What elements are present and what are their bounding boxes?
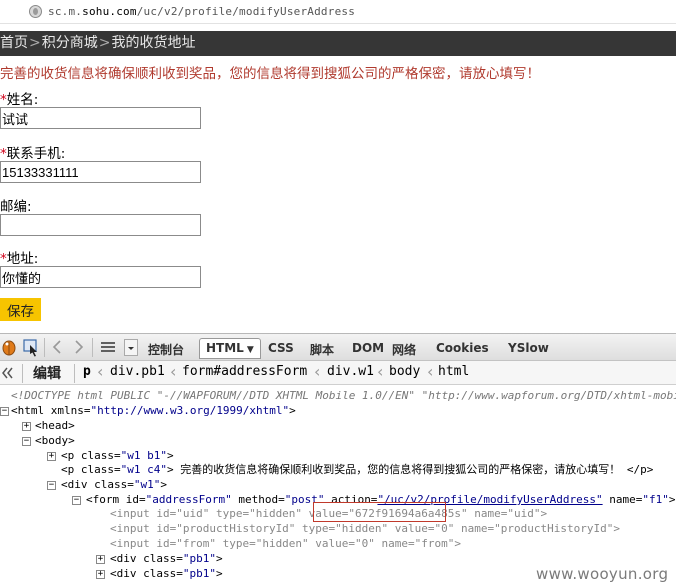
tab-script[interactable]: 脚本 — [310, 341, 334, 358]
expand-toggle[interactable]: + — [96, 555, 105, 564]
chevron-down-icon: ▼ — [246, 345, 254, 355]
inspect-icon[interactable] — [22, 337, 40, 357]
expand-toggle[interactable]: + — [47, 452, 56, 461]
url-text[interactable]: sc.m.sohu.com/uc/v2/profile/modifyUserAd… — [48, 5, 355, 18]
tree-line-input-from[interactable]: <input id="from" type="hidden" value="0"… — [110, 537, 461, 551]
save-button[interactable]: 保存 — [0, 298, 41, 321]
list-menu-icon[interactable] — [98, 337, 118, 357]
scroll-left-icon[interactable] — [0, 365, 14, 381]
tab-console[interactable]: 控制台 — [148, 341, 184, 358]
globe-icon — [29, 5, 42, 18]
back-arrow-icon[interactable] — [50, 337, 64, 357]
collapse-toggle[interactable]: − — [47, 481, 56, 490]
expand-toggle[interactable]: + — [22, 422, 31, 431]
highlight-box — [313, 502, 446, 522]
required-mark: * — [0, 92, 7, 108]
tab-css[interactable]: CSS — [268, 341, 294, 355]
tab-dom[interactable]: DOM — [352, 341, 384, 355]
tab-yslow[interactable]: YSlow — [508, 341, 549, 355]
tree-line-p-b1[interactable]: <p class="w1 b1"> — [61, 449, 174, 463]
chevron-left-icon: ‹ — [427, 362, 434, 381]
address-bar[interactable]: sc.m.sohu.com/uc/v2/profile/modifyUserAd… — [0, 0, 676, 24]
watermark: www.wooyun.org — [536, 565, 669, 583]
breadcrumb-separator: > — [98, 35, 111, 51]
chevron-left-icon: ‹ — [97, 362, 104, 381]
tab-net[interactable]: 网络 — [392, 341, 416, 358]
tree-line-body[interactable]: <body> — [35, 434, 75, 448]
required-mark: * — [0, 251, 7, 267]
zip-input[interactable] — [0, 214, 201, 236]
path-item-body[interactable]: body — [389, 364, 420, 379]
breadcrumb-separator: > — [29, 35, 41, 51]
path-item-html[interactable]: html — [438, 364, 469, 379]
tree-line-div-pb1[interactable]: <div class="pb1"> — [110, 567, 223, 581]
path-item-p[interactable]: p — [83, 364, 91, 379]
tree-line-div-pb1[interactable]: <div class="pb1"> — [110, 552, 223, 566]
toolbar-separator — [22, 364, 23, 383]
toolbar-separator — [92, 338, 93, 357]
site-breadcrumb: 首页>积分商城>我的收货地址 — [0, 31, 676, 56]
name-label: *姓名: — [0, 92, 39, 108]
tab-cookies[interactable]: Cookies — [436, 341, 489, 355]
privacy-notice: 完善的收货信息将确保顺利收到奖品，您的信息将得到搜狐公司的严格保密，请放心填写！ — [0, 66, 540, 82]
phone-input[interactable] — [0, 161, 201, 183]
firebug-element-path: 编辑 p ‹ div.pb1 ‹ form#addressForm ‹ div.… — [0, 361, 676, 385]
forward-arrow-icon[interactable] — [72, 337, 86, 357]
firebug-bug-icon[interactable] — [0, 337, 18, 357]
breadcrumb-current: 我的收货地址 — [111, 35, 196, 51]
tree-line-head[interactable]: <head> — [35, 419, 75, 433]
breadcrumb-home-link[interactable]: 首页 — [0, 35, 28, 51]
name-input[interactable] — [0, 107, 201, 129]
chevron-left-icon: ‹ — [377, 362, 384, 381]
breadcrumb-mall-link[interactable]: 积分商城 — [42, 35, 98, 51]
tree-line-doctype: <!DOCTYPE html PUBLIC "-//WAPFORUM//DTD … — [11, 389, 676, 402]
required-mark: * — [0, 146, 7, 162]
tree-line-input-producthistoryid[interactable]: <input id="productHistoryId" type="hidde… — [110, 522, 620, 536]
path-item-div-pb1[interactable]: div.pb1 — [110, 364, 165, 379]
collapse-toggle[interactable]: − — [0, 407, 9, 416]
address-input[interactable] — [0, 266, 201, 288]
address-label: *地址: — [0, 251, 39, 267]
tab-html[interactable]: HTML ▼ — [199, 338, 261, 359]
toolbar-separator — [74, 364, 75, 383]
chevron-down-icon[interactable] — [124, 337, 138, 357]
path-item-div-w1[interactable]: div.w1 — [327, 364, 374, 379]
tree-line-html[interactable]: <html xmlns="http://www.w3.org/1999/xhtm… — [11, 404, 296, 418]
firebug-toolbar: 控制台 HTML ▼ CSS 脚本 DOM 网络 Cookies YSlow — [0, 333, 676, 361]
path-item-form[interactable]: form#addressForm — [182, 364, 307, 379]
tree-line-p-c4[interactable]: <p class="w1 c4"> 完善的收货信息将确保顺利收到奖品，您的信息将… — [61, 463, 653, 477]
collapse-toggle[interactable]: − — [72, 496, 81, 505]
edit-button[interactable]: 编辑 — [33, 363, 61, 383]
chevron-left-icon: ‹ — [170, 362, 177, 381]
collapse-toggle[interactable]: − — [22, 437, 31, 446]
toolbar-separator — [44, 338, 45, 357]
firebug-html-tree: <!DOCTYPE html PUBLIC "-//WAPFORUM//DTD … — [0, 385, 676, 584]
tree-line-div-w1[interactable]: <div class="w1"> — [61, 478, 167, 492]
chevron-left-icon: ‹ — [314, 362, 321, 381]
expand-toggle[interactable]: + — [96, 570, 105, 579]
phone-label: *联系手机: — [0, 146, 66, 162]
zip-label: 邮编: — [0, 199, 32, 215]
